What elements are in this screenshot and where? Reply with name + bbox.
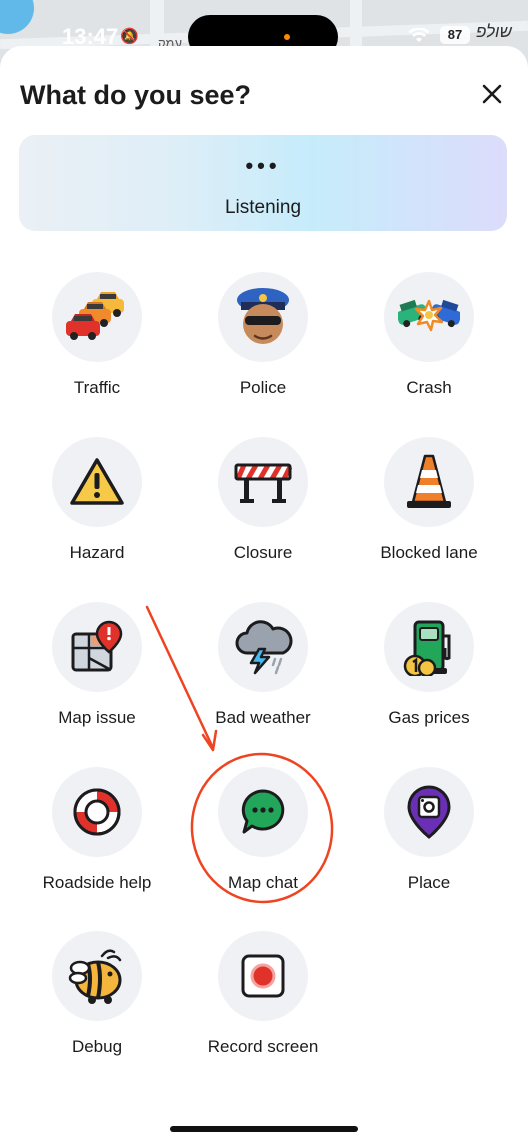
report-map-issue[interactable]: Map issue xyxy=(17,602,177,742)
report-icon-circle xyxy=(218,602,308,692)
report-map-chat[interactable]: Map chat xyxy=(183,767,343,907)
report-place[interactable]: Place xyxy=(349,767,509,907)
traffic-icon xyxy=(66,292,124,340)
report-blocked-lane[interactable]: Blocked lane xyxy=(349,437,509,577)
report-icon-circle xyxy=(218,767,308,857)
report-label: Blocked lane xyxy=(380,543,478,562)
close-icon xyxy=(482,84,502,104)
storm-icon xyxy=(235,620,293,675)
report-icon-circle xyxy=(52,602,142,692)
police-icon xyxy=(237,288,289,344)
report-label: Bad weather xyxy=(215,708,311,727)
report-icon-circle xyxy=(218,931,308,1021)
report-label: Closure xyxy=(233,543,293,562)
report-icon-circle xyxy=(384,272,474,362)
report-label: Record screen xyxy=(207,1037,319,1056)
report-icon-circle xyxy=(218,272,308,362)
recording-dot-icon xyxy=(284,34,290,40)
bug-icon xyxy=(68,949,122,1004)
report-label: Map issue xyxy=(58,708,136,727)
report-icon-circle xyxy=(384,437,474,527)
report-closure[interactable]: Closure xyxy=(183,437,343,577)
report-debug[interactable]: Debug xyxy=(17,931,177,1071)
report-label: Map chat xyxy=(228,873,298,892)
report-icon-circle xyxy=(218,437,308,527)
place-pin-icon xyxy=(407,785,451,839)
report-traffic[interactable]: Traffic xyxy=(17,272,177,412)
report-icon-circle xyxy=(384,602,474,692)
report-icon-circle xyxy=(52,272,142,362)
report-police[interactable]: Police xyxy=(183,272,343,412)
status-location-text: שולפ xyxy=(476,22,512,41)
report-label: Traffic xyxy=(73,378,121,397)
report-label: Hazard xyxy=(69,543,125,562)
report-label: Roadside help xyxy=(42,873,152,892)
report-crash[interactable]: Crash xyxy=(349,272,509,412)
report-icon-circle xyxy=(52,931,142,1021)
report-label: Debug xyxy=(71,1037,123,1056)
map-location-blob xyxy=(0,0,34,34)
lifebuoy-icon xyxy=(73,788,121,836)
report-label: Crash xyxy=(406,378,452,397)
crash-icon xyxy=(398,299,460,332)
report-label: Place xyxy=(407,873,451,892)
page-title: What do you see? xyxy=(20,80,252,110)
voice-listening-panel[interactable]: ••• Listening xyxy=(19,135,507,231)
battery-indicator: 87 xyxy=(440,26,470,44)
report-gas-prices[interactable]: Gas prices xyxy=(349,602,509,742)
closure-icon xyxy=(234,463,292,503)
cone-icon xyxy=(407,454,451,508)
listening-label: Listening xyxy=(224,197,302,218)
report-icon-circle xyxy=(384,767,474,857)
map-issue-icon xyxy=(71,620,123,672)
report-label: Police xyxy=(239,378,287,397)
report-label: Gas prices xyxy=(388,708,470,727)
report-icon-circle xyxy=(52,767,142,857)
report-record-screen[interactable]: Record screen xyxy=(183,931,343,1071)
hazard-icon xyxy=(70,458,124,505)
record-icon xyxy=(241,954,285,998)
home-indicator[interactable] xyxy=(170,1126,358,1132)
mute-bell-icon: 🔕 xyxy=(120,28,139,45)
report-roadside-help[interactable]: Roadside help xyxy=(17,767,177,907)
gas-pump-icon xyxy=(403,620,451,676)
close-button[interactable] xyxy=(474,76,510,112)
report-icon-circle xyxy=(52,437,142,527)
report-bad-weather[interactable]: Bad weather xyxy=(183,602,343,742)
listening-dots-icon: ••• xyxy=(245,153,281,178)
report-hazard[interactable]: Hazard xyxy=(17,437,177,577)
chat-bubble-icon xyxy=(241,789,285,834)
